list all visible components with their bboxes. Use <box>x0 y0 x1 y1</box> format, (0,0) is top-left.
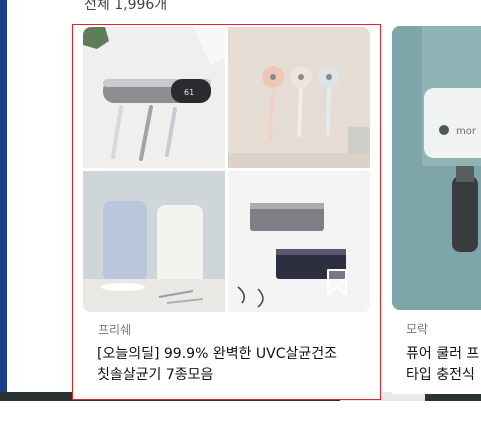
product-title[interactable]: 퓨어 쿨러 프 타입 충전식 <box>406 344 481 386</box>
product-photo-cooler: mor <box>392 26 481 310</box>
product-brand: 프리쉐 <box>98 323 132 337</box>
product-card[interactable]: 61 프리쉐 [오늘의딜] 99.9% 완벽한 UVC살균건조 칫솔살균기 7종… <box>72 24 381 400</box>
product-image[interactable]: mor <box>392 26 481 310</box>
left-border <box>0 0 7 400</box>
total-count: 전체 1,996개 <box>84 0 168 13</box>
product-photo-holders-pastel <box>228 27 370 168</box>
product-title[interactable]: [오늘의딜] 99.9% 완벽한 UVC살균건조 칫솔살균기 7종모음 <box>97 344 352 386</box>
product-card[interactable]: mor 모락 퓨어 쿨러 프 타입 충전식 <box>392 26 481 394</box>
bookmark-icon[interactable] <box>326 268 348 296</box>
product-photo-wall-sterilizers <box>228 171 370 312</box>
svg-text:61: 61 <box>184 88 194 97</box>
svg-text:mor: mor <box>456 126 477 137</box>
product-photo-sterilizer-silver: 61 <box>83 27 225 168</box>
product-photo-standing-sterilizers <box>83 171 225 312</box>
product-brand: 모락 <box>406 322 429 336</box>
